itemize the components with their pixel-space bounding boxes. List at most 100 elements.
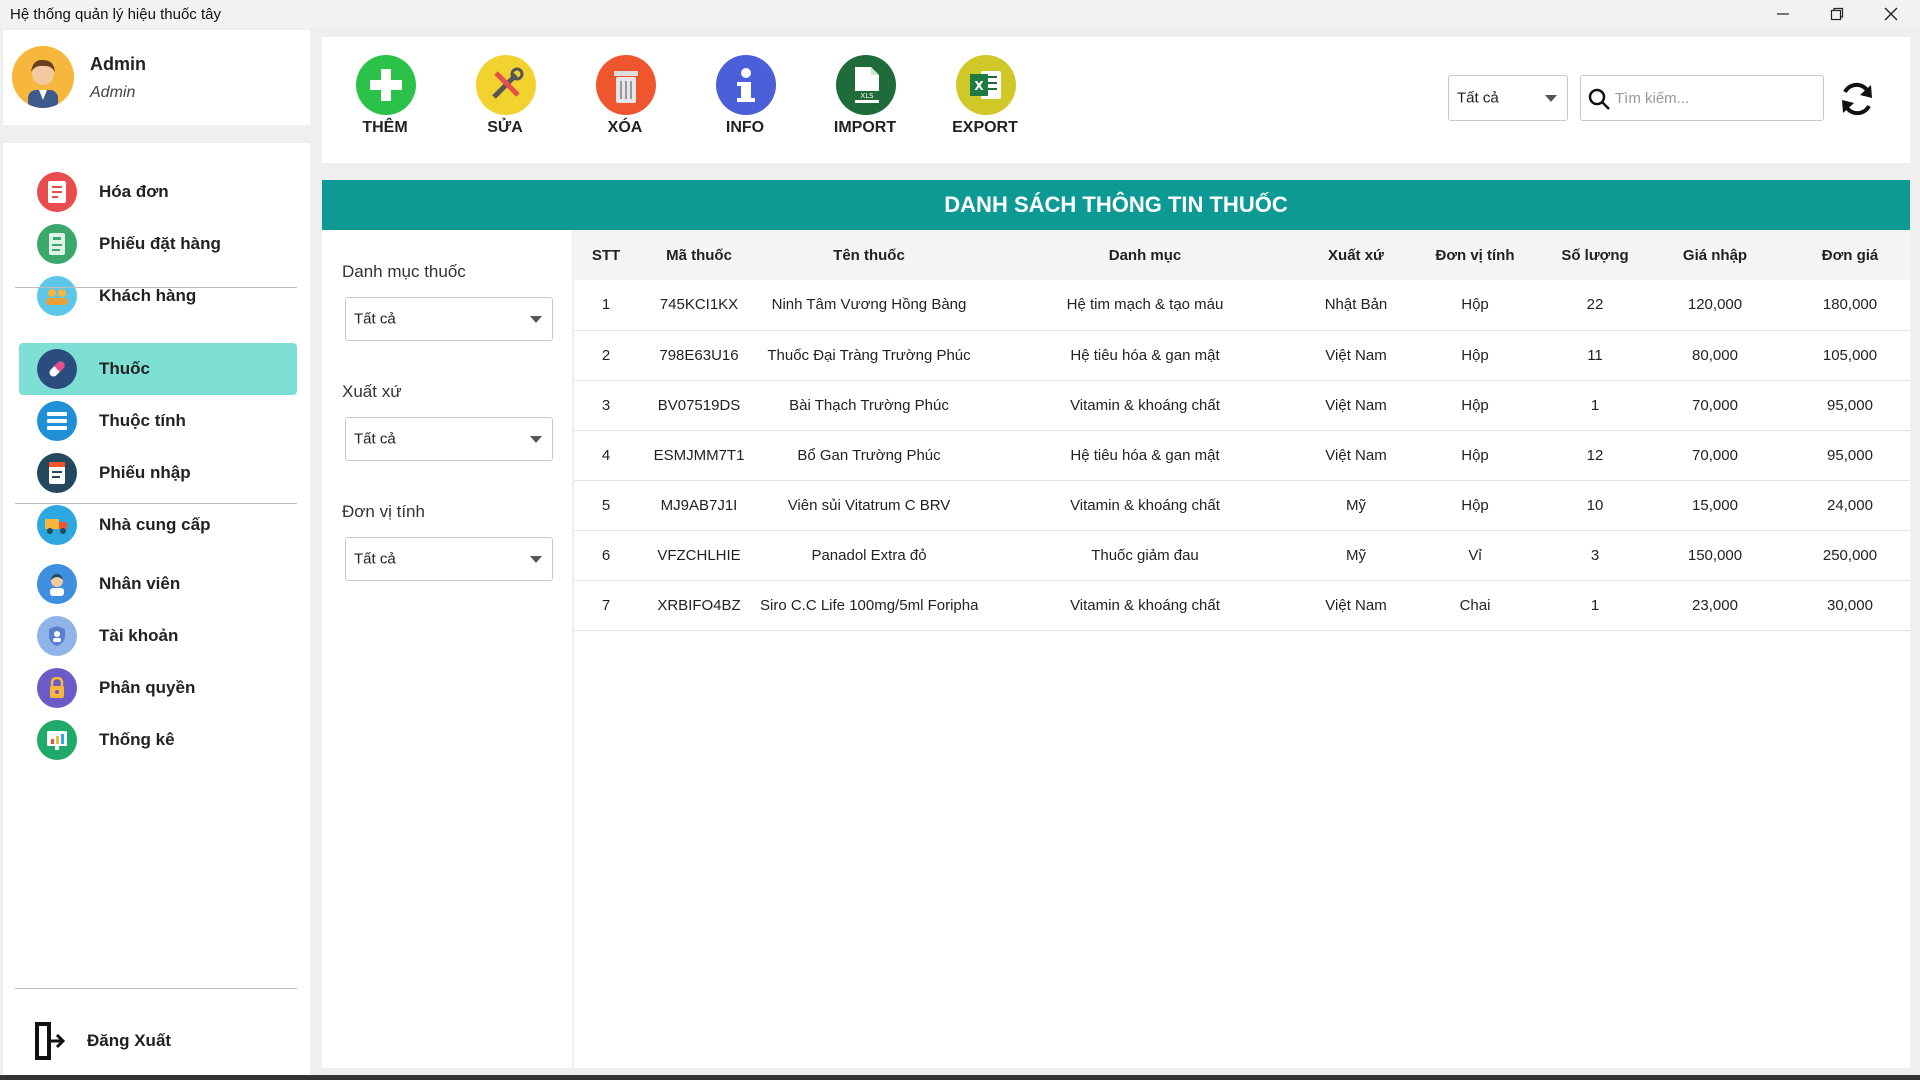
table-cell: VFZCHLHIE	[657, 546, 741, 564]
svg-text:XLS: XLS	[860, 92, 874, 100]
table-cell: Hộp	[1461, 346, 1489, 364]
table-cell: Bài Thạch Trường Phúc	[789, 396, 949, 414]
refresh-icon	[1842, 82, 1872, 116]
category-filter-select[interactable]: Tất cả	[345, 297, 553, 341]
search-filter-select[interactable]: Tất cả	[1448, 75, 1568, 121]
user-name: Admin	[90, 54, 146, 74]
table-cell: Mỹ	[1346, 546, 1366, 564]
table-cell: Siro C.C Life 100mg/5ml Foripharm	[760, 596, 978, 614]
sidebar-item-label: Phiếu nhập	[99, 463, 191, 482]
table-cell: XRBIFO4BZ	[657, 596, 741, 614]
sidebar-item-hoa-don[interactable]: Hóa đơn	[19, 166, 297, 218]
table-cell: 70,000	[1692, 446, 1738, 464]
avatar	[12, 46, 74, 108]
order-form-icon	[37, 224, 77, 264]
sidebar-item-thuoc-active[interactable]: Thuốc	[19, 343, 297, 395]
sidebar-item-nha-cung-cap[interactable]: Nhà cung cấp	[19, 499, 297, 551]
sidebar-item-phieu-dat-hang[interactable]: Phiếu đặt hàng	[19, 218, 297, 270]
select-value: Tất cả	[354, 430, 396, 448]
sidebar-item-phieu-nhap[interactable]: Phiếu nhập	[19, 447, 297, 499]
delete-button[interactable]: XÓA	[575, 55, 675, 155]
title-bar: Hệ thống quản lý hiệu thuốc tây	[0, 0, 1920, 28]
search-box[interactable]	[1580, 75, 1824, 121]
column-header[interactable]: Giá nhập	[1640, 230, 1790, 280]
sidebar-item-phan-quyen[interactable]: Phân quyền	[19, 662, 297, 714]
sidebar-item-khach-hang[interactable]: Khách hàng	[19, 270, 297, 322]
column-header[interactable]: Xuất xứ	[1312, 230, 1400, 280]
table-row[interactable]: 5 MJ9AB7J1I Viên sủi Vitatrum C BRV Vitamin…	[574, 480, 1910, 530]
invoice-icon	[37, 172, 77, 212]
table-cell: 4	[601, 446, 611, 464]
select-value: Tất cả	[354, 310, 396, 328]
table-row[interactable]: 6 VFZCHLHIE Panadol Extra đỏ Thuốc giảm đau…	[574, 530, 1910, 580]
origin-filter-label: Xuất xứ	[342, 382, 402, 401]
unit-filter-select[interactable]: Tất cả	[345, 537, 553, 581]
table-cell: 80,000	[1692, 346, 1738, 364]
window-title: Hệ thống quản lý hiệu thuốc tây	[10, 5, 221, 23]
import-receipt-icon	[37, 453, 77, 493]
table-cell: 7	[601, 596, 611, 614]
table-cell: 250,000	[1822, 546, 1878, 564]
table-cell: Vitamin & khoáng chất	[1070, 596, 1220, 614]
table-cell: 3	[1590, 546, 1600, 564]
import-button[interactable]: XLS IMPORT	[815, 55, 915, 155]
column-header[interactable]: STT	[574, 230, 638, 280]
table-row[interactable]: 1 745KCI1KX Ninh Tâm Vương Hồng Bàng Hệ tim…	[574, 280, 1910, 330]
table-row[interactable]: 7 XRBIFO4BZ Siro C.C Life 100mg/5ml Foriph…	[574, 580, 1910, 630]
add-label: THÊM	[362, 119, 408, 136]
add-button[interactable]: THÊM	[335, 55, 435, 155]
column-header[interactable]: Đơn giá	[1790, 230, 1910, 280]
column-header[interactable]: Đơn vị tính	[1400, 230, 1550, 280]
column-header[interactable]: Mã thuốc	[638, 230, 760, 280]
table-cell: Thuốc Đại Tràng Trường Phúc	[767, 346, 971, 364]
sidebar-item-thuoc-tinh[interactable]: Thuộc tính	[19, 395, 297, 447]
filter-panel: Danh mục thuốc Tất cả Xuất xứ Tất cả Đơn…	[322, 230, 572, 1068]
table-row[interactable]: 2 798E63U16 Thuốc Đại Tràng Trường Phúc Hệ …	[574, 330, 1910, 380]
sidebar-item-thong-ke[interactable]: Thống kê	[19, 714, 297, 766]
info-button[interactable]: INFO	[695, 55, 795, 155]
select-value: Tất cả	[1457, 89, 1499, 107]
table-cell: 22	[1586, 296, 1604, 314]
table-cell: 180,000	[1822, 296, 1878, 314]
restore-icon[interactable]	[1810, 0, 1864, 28]
attributes-icon	[37, 401, 77, 441]
table-cell: 798E63U16	[659, 346, 739, 364]
edit-button[interactable]: SỬA	[455, 55, 555, 155]
sidebar-item-tai-khoan[interactable]: Tài khoản	[19, 610, 297, 662]
chevron-down-icon	[530, 436, 542, 443]
sidebar-item-label: Phiếu đặt hàng	[99, 234, 221, 253]
column-header[interactable]: Danh mục	[978, 230, 1312, 280]
search-input[interactable]	[1615, 84, 1815, 112]
chevron-down-icon	[530, 556, 542, 563]
search-icon	[1588, 88, 1610, 110]
sidebar-nav: Hóa đơn Phiếu đặt hàng Khách hàng Thuốc …	[3, 143, 310, 1075]
svg-text:X: X	[974, 79, 984, 93]
minimize-icon[interactable]	[1756, 0, 1810, 28]
logout-button[interactable]: Đăng Xuất	[19, 1015, 297, 1067]
column-header[interactable]: Tên thuốc	[760, 230, 978, 280]
table-cell: Hộp	[1461, 446, 1489, 464]
table-cell: Mỹ	[1346, 496, 1366, 514]
table-cell: Ninh Tâm Vương Hồng Bàng	[771, 296, 967, 314]
list-title-banner: DANH SÁCH THÔNG TIN THUỐC	[322, 180, 1910, 230]
column-header[interactable]: Số lượng	[1550, 230, 1640, 280]
export-button[interactable]: X EXPORT	[935, 55, 1035, 155]
sidebar-item-label: Khách hàng	[99, 286, 197, 305]
refresh-button[interactable]	[1836, 78, 1878, 120]
sidebar-item-nhan-vien[interactable]: Nhân viên	[19, 558, 297, 610]
medicine-table: STT Mã thuốc Tên thuốc Danh mục Xuất xứ …	[574, 230, 1910, 1068]
xls-file-icon: XLS	[836, 55, 896, 115]
table-cell: Hộp	[1461, 396, 1489, 414]
edit-tools-icon	[476, 55, 536, 115]
origin-filter-select[interactable]: Tất cả	[345, 417, 553, 461]
export-label: EXPORT	[952, 119, 1018, 136]
table-cell: 5	[601, 496, 611, 514]
close-icon[interactable]	[1864, 0, 1918, 28]
table-row[interactable]: 3 BV07519DS Bài Thạch Trường Phúc Vitamin &…	[574, 380, 1910, 430]
table-row[interactable]: 4 ESMJMM7T1 Bổ Gan Trường Phúc Hệ tiêu hóa …	[574, 430, 1910, 480]
table-cell: Bổ Gan Trường Phúc	[797, 446, 941, 464]
table-cell: Việt Nam	[1325, 346, 1387, 364]
table-cell: 10	[1586, 496, 1604, 514]
table-cell: Panadol Extra đỏ	[811, 546, 927, 564]
table-cell: Hệ tim mạch & tạo máu	[1066, 296, 1224, 314]
